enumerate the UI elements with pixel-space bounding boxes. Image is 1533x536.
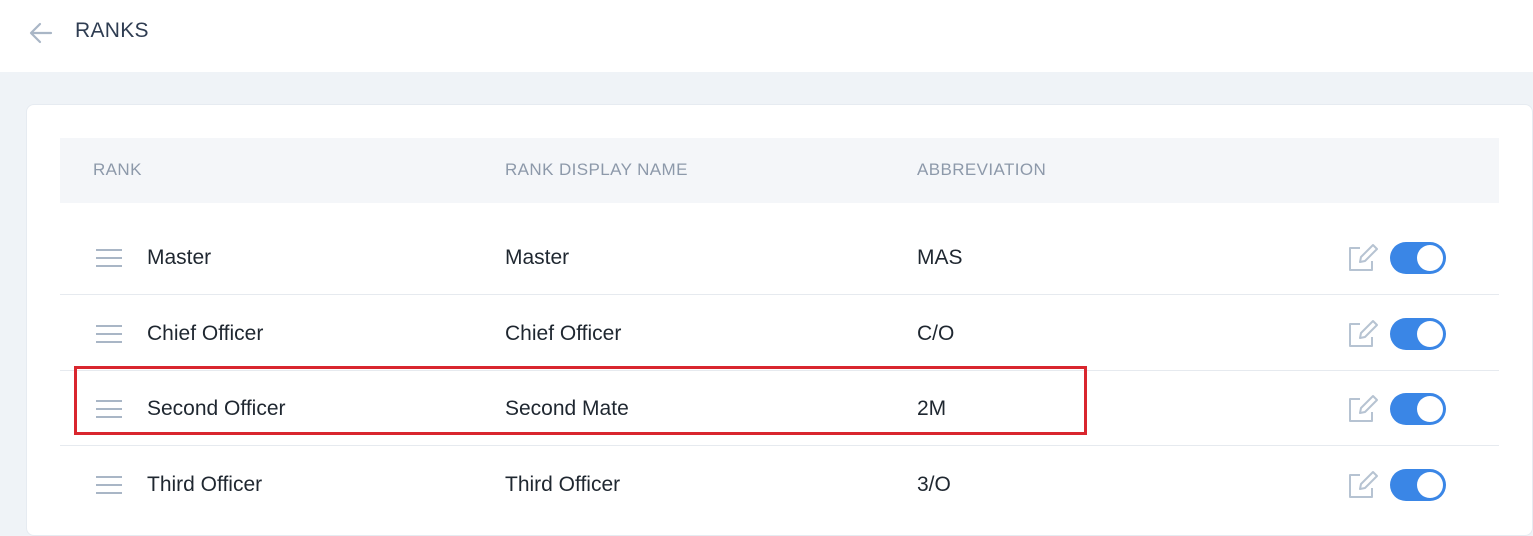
arrow-left-icon xyxy=(29,22,53,44)
table-header: RANK RANK DISPLAY NAME ABBREVIATION xyxy=(60,138,1499,203)
toggle-knob xyxy=(1417,395,1443,422)
rank-cell: Master xyxy=(147,245,212,269)
column-header-rank[interactable]: RANK xyxy=(93,160,142,180)
ranks-card: RANK RANK DISPLAY NAME ABBREVIATION Mast… xyxy=(26,104,1533,536)
toggle-knob xyxy=(1417,320,1443,347)
display-name-cell: Third Officer xyxy=(505,472,621,496)
abbreviation-cell: C/O xyxy=(917,321,955,345)
rank-cell: Third Officer xyxy=(147,472,263,496)
drag-handle-icon[interactable] xyxy=(95,324,123,344)
toggle-knob xyxy=(1417,471,1443,498)
table-row: Third Officer Third Officer 3/O xyxy=(60,447,1499,522)
table-row: Second Officer Second Mate 2M xyxy=(60,371,1499,446)
table-row: Master Master MAS xyxy=(60,220,1499,295)
active-toggle[interactable] xyxy=(1390,392,1446,425)
table-row: Chief Officer Chief Officer C/O xyxy=(60,296,1499,371)
active-toggle[interactable] xyxy=(1390,241,1446,274)
edit-icon[interactable] xyxy=(1347,393,1379,425)
abbreviation-cell: 2M xyxy=(917,396,947,420)
page-title: RANKS xyxy=(75,19,149,42)
abbreviation-cell: MAS xyxy=(917,245,963,269)
edit-icon[interactable] xyxy=(1347,318,1379,350)
display-name-cell: Chief Officer xyxy=(505,321,622,345)
toggle-knob xyxy=(1417,244,1443,271)
column-header-abbreviation[interactable]: ABBREVIATION xyxy=(917,160,1046,180)
column-header-display-name[interactable]: RANK DISPLAY NAME xyxy=(505,160,688,180)
back-button[interactable] xyxy=(28,20,54,46)
rank-cell: Second Officer xyxy=(147,396,286,420)
top-bar: RANKS xyxy=(0,0,1533,72)
abbreviation-cell: 3/O xyxy=(917,472,951,496)
row-divider xyxy=(60,294,1499,295)
display-name-cell: Second Mate xyxy=(505,396,629,420)
drag-handle-icon[interactable] xyxy=(95,399,123,419)
drag-handle-icon[interactable] xyxy=(95,475,123,495)
active-toggle[interactable] xyxy=(1390,468,1446,501)
rank-cell: Chief Officer xyxy=(147,321,264,345)
active-toggle[interactable] xyxy=(1390,317,1446,350)
row-divider xyxy=(60,445,1499,446)
display-name-cell: Master xyxy=(505,245,570,269)
drag-handle-icon[interactable] xyxy=(95,248,123,268)
edit-icon[interactable] xyxy=(1347,242,1379,274)
edit-icon[interactable] xyxy=(1347,469,1379,501)
